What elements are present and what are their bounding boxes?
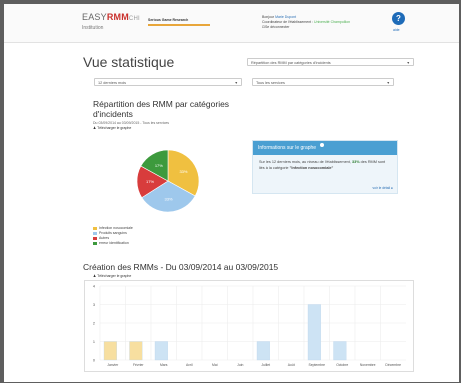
bar-chart: 0 1 2 3 4 Janvier Février Mars Avril Mai Juin Juill… (93, 284, 406, 367)
pie-chart-title: Répartition des RMM par catégories d'inc… (93, 99, 230, 119)
establishment-name: Université Champollion (314, 20, 351, 24)
logout-link[interactable]: ⊡Se déconnecter (262, 25, 350, 30)
x-tick-label: Février (133, 363, 144, 367)
x-tick-label: Juin (237, 363, 243, 367)
chevron-down-icon: ▼ (406, 61, 410, 65)
info-panel-body: Sur les 12 derniers mois, au niveau de l… (253, 155, 397, 171)
pie-chart-subtitle: Du 03/09/2014 au 03/09/2015 - Tous les s… (93, 121, 170, 125)
download-bar-link[interactable]: ♟ Télécharger le graphe (93, 274, 131, 278)
chevron-down-icon: ▼ (234, 81, 238, 85)
legend-item[interactable]: erreur identification (93, 241, 133, 246)
bar[interactable] (154, 341, 168, 361)
y-tick-label: 3 (93, 303, 95, 307)
services-select[interactable]: Tous les services ▼ (252, 78, 394, 86)
x-tick-label: Septembre (308, 363, 325, 367)
logo-ch: CHI (128, 16, 140, 22)
period-select[interactable]: 12 derniers mois ▼ (94, 78, 242, 86)
legend-swatch (93, 232, 97, 235)
pie-legend: Infection nosocomiale Produits sanguins … (93, 226, 133, 246)
download-bar-label: Télécharger le graphe (97, 274, 132, 278)
x-tick-label: Juillet (261, 363, 270, 367)
logo-subtitle: Institution (82, 25, 104, 31)
legend-swatch (93, 242, 97, 245)
y-tick-label: 0 (93, 358, 95, 362)
y-tick-label: 2 (93, 321, 95, 325)
x-tick-label: Octobre (336, 363, 348, 367)
top-header: EASYRMMCHI Institution Serious Game Rese… (4, 4, 459, 43)
info-detail-link[interactable]: voir le détail ● (372, 186, 393, 190)
services-select-value: Tous les services (256, 81, 285, 85)
x-tick-label: Avril (186, 363, 193, 367)
x-tick-label: Mars (160, 363, 168, 367)
download-pie-label: Télécharger le graphe (97, 126, 132, 130)
logo-easy: EASY (82, 12, 107, 22)
pie-slice-label: 17% (155, 163, 163, 168)
info-category: "Infection nosocomiale" (289, 165, 334, 170)
legend-swatch (93, 237, 97, 240)
statistic-select[interactable]: Répartition des RMM par catégories d'inc… (247, 58, 414, 66)
y-tick-label: 1 (93, 340, 95, 344)
partner-underline (148, 24, 210, 26)
arrow-right-circle-icon: ● (391, 186, 393, 190)
info-panel-header: Informations sur le graphe (253, 141, 397, 155)
bar-chart-title: Création des RMMs - Du 03/09/2014 au 03/… (83, 262, 279, 272)
logo-wordmark: EASYRMMCHI (82, 13, 140, 24)
y-tick-label: 4 (93, 284, 95, 288)
statistic-select-value: Répartition des RMM par catégories d'inc… (251, 61, 331, 65)
info-percent: 33% (351, 160, 360, 164)
bar[interactable] (103, 341, 117, 361)
x-tick-label: Décembre (385, 363, 401, 367)
user-info: Bonjour Marie Dupont Coordinateur de l'é… (262, 15, 350, 30)
pie-slice-label: 17% (146, 179, 154, 184)
user-name[interactable]: Marie Dupont (275, 15, 296, 19)
user-icon: ♟ (93, 274, 97, 278)
greeting: Bonjour (262, 15, 275, 19)
info-text-before: Sur les 12 derniers mois, au niveau de l… (259, 160, 351, 164)
role-label: Coordinateur de l'établissement : (262, 20, 314, 24)
pie-slice-label: 33% (165, 196, 173, 201)
x-tick-label: Novembre (360, 363, 376, 367)
legend-swatch (93, 227, 97, 230)
pie-slice-label: 33% (179, 169, 187, 174)
logo-rmm: RMM (106, 12, 129, 22)
user-icon: ♟ (93, 126, 97, 130)
info-panel-title: Informations sur le graphe (258, 145, 317, 151)
logout-label: Se déconnecter (264, 25, 290, 29)
info-detail-label: voir le détail (372, 186, 391, 190)
help-label[interactable]: aide (393, 28, 400, 32)
info-icon (320, 143, 325, 147)
partner-logo: Serious Game Research (148, 18, 189, 22)
legend-label: erreur identification (99, 241, 129, 245)
period-select-value: 12 derniers mois (98, 81, 127, 85)
bar[interactable] (307, 304, 321, 361)
chevron-down-icon: ▼ (386, 81, 390, 85)
pie-chart: 33% 33% 17% 17% (136, 149, 200, 213)
page-title: Vue statistique (83, 54, 175, 70)
x-tick-label: Janvier (107, 363, 119, 367)
question-circle-icon[interactable]: ? (392, 12, 405, 25)
app-logo[interactable]: EASYRMMCHI Institution (82, 13, 140, 32)
bar[interactable] (256, 341, 270, 361)
x-tick-label: Août (288, 363, 295, 367)
bar[interactable] (333, 341, 347, 361)
info-panel: Informations sur le graphe Sur les 12 de… (252, 140, 398, 194)
download-pie-link[interactable]: ♟ Télécharger le graphe (93, 126, 131, 130)
bar[interactable] (129, 341, 143, 361)
x-tick-label: Mai (212, 363, 218, 367)
app-window: EASYRMMCHI Institution Serious Game Rese… (4, 4, 459, 382)
